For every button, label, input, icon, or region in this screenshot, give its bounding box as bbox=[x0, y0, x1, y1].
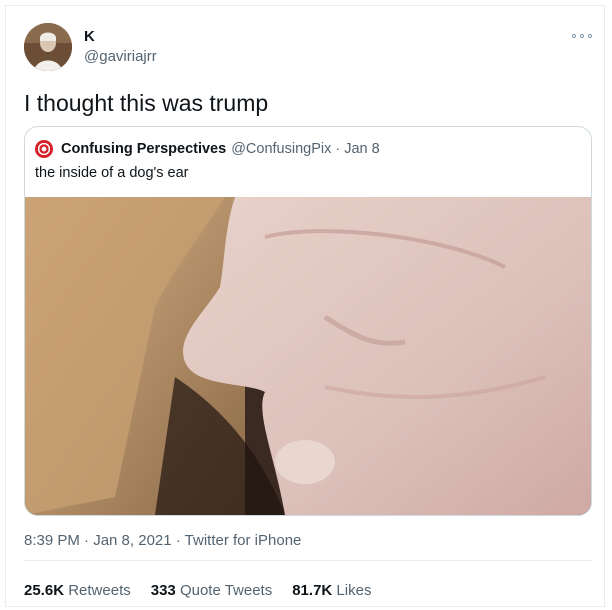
quoted-author-name[interactable]: Confusing Perspectives bbox=[61, 141, 226, 157]
divider bbox=[24, 560, 592, 561]
tweet-meta: 8:39 PM · Jan 8, 2021 · Twitter for iPho… bbox=[24, 532, 301, 549]
retweets-stat[interactable]: 25.6K Retweets bbox=[24, 582, 131, 599]
quote-tweets-count: 333 bbox=[150, 582, 176, 599]
likes-count: 81.7K bbox=[292, 582, 333, 599]
tweet-card: K @gaviriajrr I thought this was trump C… bbox=[5, 5, 605, 607]
retweets-count: 25.6K bbox=[24, 582, 65, 599]
quoted-tweet-photo[interactable] bbox=[25, 197, 591, 515]
photo-icon bbox=[25, 197, 591, 515]
quoted-tweet[interactable]: Confusing Perspectives @ConfusingPix · J… bbox=[24, 126, 592, 516]
quoted-tweet-header: Confusing Perspectives @ConfusingPix · J… bbox=[35, 139, 380, 159]
quoted-handle-date: @ConfusingPix · Jan 8 bbox=[231, 141, 380, 157]
tweet-timestamp[interactable]: 8:39 PM · Jan 8, 2021 bbox=[24, 532, 172, 549]
likes-stat[interactable]: 81.7K Likes bbox=[292, 582, 371, 599]
retweets-label: Retweets bbox=[68, 582, 131, 599]
likes-label: Likes bbox=[336, 582, 372, 599]
quote-tweets-stat[interactable]: 333 Quote Tweets bbox=[151, 582, 272, 599]
author-avatar[interactable] bbox=[24, 23, 72, 71]
tweet-source[interactable]: Twitter for iPhone bbox=[185, 532, 302, 549]
quoted-tweet-text: the inside of a dog's ear bbox=[35, 165, 189, 181]
more-icon[interactable] bbox=[572, 30, 592, 42]
tweet-stats: 25.6K Retweets 333 Quote Tweets 81.7K Li… bbox=[24, 582, 371, 599]
meta-separator: · bbox=[175, 532, 185, 549]
author-handle[interactable]: @gaviriajrr bbox=[84, 48, 157, 65]
tweet-text: I thought this was trump bbox=[24, 90, 269, 116]
author-name[interactable]: K bbox=[84, 28, 95, 45]
quote-tweets-label: Quote Tweets bbox=[179, 582, 273, 599]
quoted-author-avatar[interactable] bbox=[35, 140, 53, 158]
